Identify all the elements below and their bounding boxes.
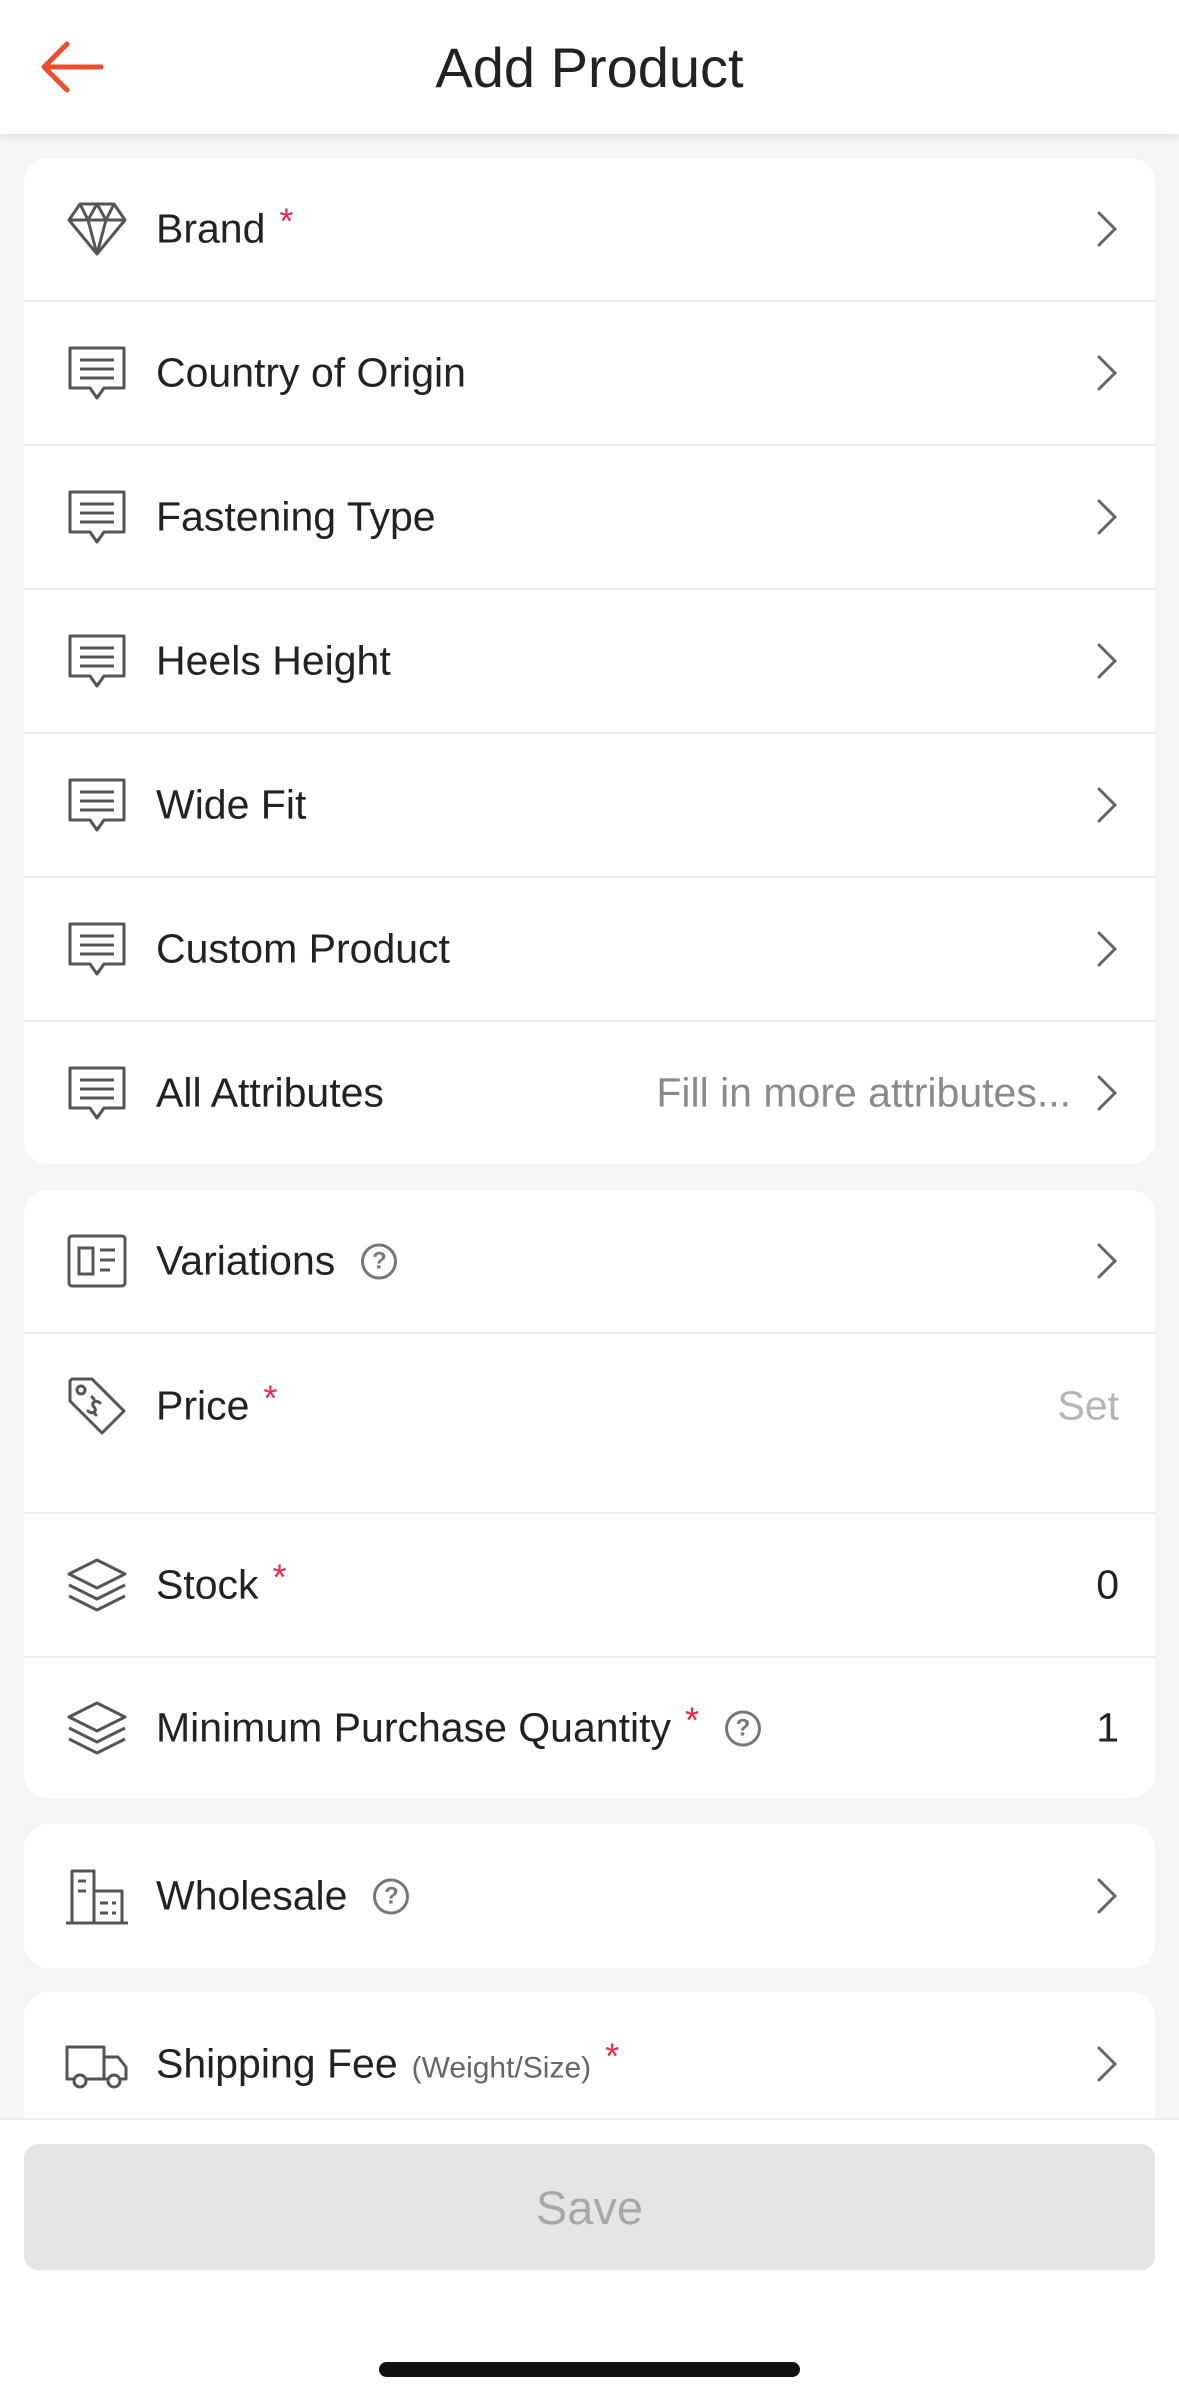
chevron-right-icon	[1097, 1878, 1118, 1914]
wide-fit-row[interactable]: Wide Fit	[24, 734, 1155, 878]
help-icon[interactable]: ?	[361, 1243, 398, 1279]
brand-row[interactable]: Brand *	[24, 158, 1155, 302]
diamond-icon	[62, 194, 132, 264]
minimum-purchase-quantity-value[interactable]: 1	[1096, 1705, 1119, 1752]
save-button[interactable]: Save	[24, 2144, 1155, 2270]
minimum-purchase-quantity-row[interactable]: Minimum Purchase Quantity * ? 1	[24, 1658, 1155, 1798]
sales-info-card: Variations ? Price * Set Stock * 0 Minim…	[24, 1190, 1155, 1798]
chevron-right-icon	[1097, 931, 1118, 967]
price-tag-icon	[62, 1371, 132, 1441]
fastening-type-label: Fastening Type	[156, 493, 436, 540]
required-asterisk: *	[684, 1699, 699, 1740]
fastening-type-row[interactable]: Fastening Type	[24, 446, 1155, 590]
heels-height-row[interactable]: Heels Height	[24, 590, 1155, 734]
chevron-right-icon	[1097, 787, 1118, 823]
building-icon	[62, 1861, 132, 1931]
chevron-right-icon	[1097, 643, 1118, 679]
shipping-fee-sublabel: (Weight/Size)	[411, 2051, 592, 2084]
all-attributes-hint: Fill in more attributes...	[656, 1069, 1071, 1116]
shipping-fee-row[interactable]: Shipping Fee (Weight/Size) *	[24, 1992, 1155, 2136]
help-icon[interactable]: ?	[724, 1710, 761, 1746]
country-of-origin-row[interactable]: Country of Origin	[24, 302, 1155, 446]
wholesale-row[interactable]: Wholesale ?	[24, 1824, 1155, 1968]
message-icon	[62, 914, 132, 984]
country-of-origin-label: Country of Origin	[156, 349, 466, 396]
stock-value[interactable]: 0	[1096, 1562, 1119, 1609]
variations-label: Variations	[156, 1237, 336, 1284]
layers-icon	[62, 1693, 132, 1763]
chevron-right-icon	[1097, 499, 1118, 535]
stock-label: Stock	[156, 1561, 259, 1608]
help-icon[interactable]: ?	[373, 1878, 410, 1914]
required-asterisk: *	[263, 1377, 278, 1418]
stock-row[interactable]: Stock * 0	[24, 1514, 1155, 1658]
chevron-right-icon	[1097, 355, 1118, 391]
required-asterisk: *	[605, 2035, 620, 2076]
chevron-right-icon	[1097, 1075, 1118, 1111]
message-icon	[62, 626, 132, 696]
wholesale-label: Wholesale	[156, 1872, 348, 1919]
price-value[interactable]: Set	[1057, 1383, 1119, 1430]
brand-label: Brand	[156, 205, 266, 252]
message-icon	[62, 1058, 132, 1128]
wholesale-card: Wholesale ?	[24, 1824, 1155, 1968]
message-icon	[62, 770, 132, 840]
custom-product-label: Custom Product	[156, 925, 450, 972]
header-bar: Add Product	[0, 0, 1179, 134]
required-asterisk: *	[272, 1556, 287, 1597]
variations-icon	[62, 1226, 132, 1296]
shipping-fee-label: Shipping Fee	[156, 2040, 398, 2087]
wide-fit-label: Wide Fit	[156, 781, 307, 828]
minimum-purchase-quantity-label: Minimum Purchase Quantity	[156, 1704, 671, 1751]
variations-row[interactable]: Variations ?	[24, 1190, 1155, 1334]
chevron-right-icon	[1097, 1243, 1118, 1279]
price-row[interactable]: Price * Set	[24, 1334, 1155, 1514]
required-asterisk: *	[279, 200, 294, 241]
price-label: Price	[156, 1382, 250, 1429]
home-indicator	[379, 2362, 800, 2377]
chevron-right-icon	[1097, 211, 1118, 247]
page-title: Add Product	[435, 35, 744, 99]
message-icon	[62, 482, 132, 552]
bottom-action-bar: Save	[0, 2118, 1179, 2396]
layers-icon	[62, 1550, 132, 1620]
message-icon	[62, 338, 132, 408]
truck-icon	[62, 2029, 132, 2099]
all-attributes-row[interactable]: All Attributes Fill in more attributes..…	[24, 1022, 1155, 1164]
attributes-card: Brand * Country of Origin Fastening Type…	[24, 158, 1155, 1164]
heels-height-label: Heels Height	[156, 637, 391, 684]
custom-product-row[interactable]: Custom Product	[24, 878, 1155, 1022]
chevron-right-icon	[1097, 2046, 1118, 2082]
all-attributes-label: All Attributes	[156, 1069, 384, 1116]
